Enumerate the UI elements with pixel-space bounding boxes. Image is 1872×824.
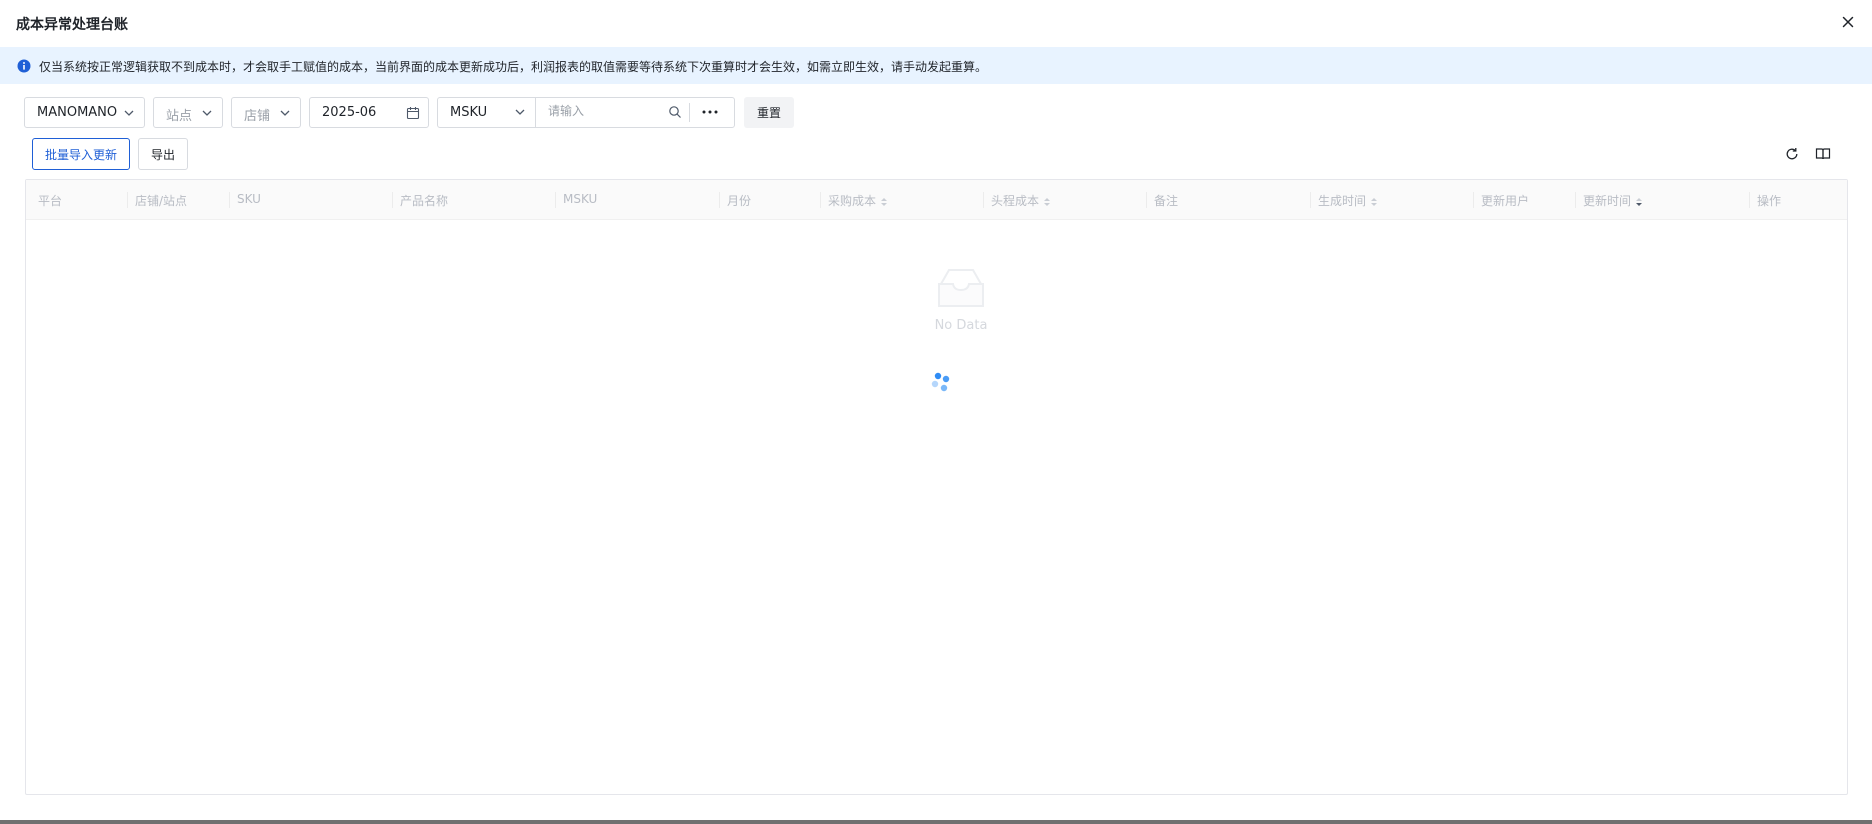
- platform-select[interactable]: MANOMANO: [24, 97, 145, 128]
- column-header[interactable]: 生成时间: [1318, 192, 1378, 209]
- column-header[interactable]: 采购成本: [828, 192, 888, 209]
- site-placeholder: 站点: [166, 109, 193, 124]
- msku-search-group: MSKU: [437, 97, 735, 128]
- column-header[interactable]: 头程成本: [991, 192, 1051, 209]
- search-input[interactable]: [548, 104, 668, 118]
- column-divider[interactable]: [1146, 192, 1147, 208]
- info-circle-icon: [17, 59, 31, 73]
- close-icon: [1842, 16, 1854, 28]
- column-divider[interactable]: [820, 192, 821, 208]
- column-divider[interactable]: [983, 192, 984, 208]
- column-header: 店铺/站点: [135, 192, 187, 209]
- chevron-down-icon: [515, 109, 525, 115]
- column-header: 产品名称: [400, 192, 448, 209]
- chevron-down-icon: [124, 110, 134, 116]
- column-header[interactable]: 更新时间: [1583, 192, 1643, 209]
- platform-value: MANOMANO: [37, 105, 118, 120]
- group-divider: [689, 103, 690, 122]
- column-divider[interactable]: [127, 192, 128, 208]
- column-header: MSKU: [563, 192, 597, 206]
- column-header: 平台: [38, 192, 62, 209]
- month-value: 2025-06: [322, 105, 377, 120]
- close-button[interactable]: [1838, 12, 1858, 32]
- batch-import-button[interactable]: 批量导入更新: [32, 138, 130, 170]
- refresh-icon[interactable]: [1784, 146, 1800, 162]
- table-header: 平台 店铺/站点 SKU 产品名称 MSKU 月份 采购成本 头程成本 备注 生成时间 更新用户 更新…: [26, 180, 1847, 220]
- column-divider[interactable]: [1310, 192, 1311, 208]
- column-header-label: MSKU: [563, 192, 598, 206]
- cost-table: 平台 店铺/站点 SKU 产品名称 MSKU 月份 采购成本 头程成本 备注 生成时间 更新用户 更新…: [25, 179, 1848, 795]
- notice-banner: 仅当系统按正常逻辑获取不到成本时，才会取手工赋值的成本，当前界面的成本更新成功后…: [0, 47, 1872, 84]
- loading-spinner-icon: [931, 372, 950, 392]
- sort-icon[interactable]: [880, 196, 888, 208]
- sort-icon[interactable]: [1370, 196, 1378, 208]
- month-picker[interactable]: 2025-06: [309, 97, 429, 128]
- column-divider[interactable]: [1749, 192, 1750, 208]
- store-placeholder: 店铺: [244, 109, 271, 124]
- column-header-label: 产品名称: [400, 194, 449, 208]
- store-select[interactable]: 店铺: [231, 97, 301, 128]
- search-icon[interactable]: [668, 105, 682, 119]
- export-button[interactable]: 导出: [138, 138, 188, 170]
- column-header-label: 月份: [727, 194, 752, 208]
- chevron-down-icon: [280, 110, 290, 116]
- column-header-label: 操作: [1757, 194, 1782, 208]
- column-header: 更新用户: [1481, 192, 1529, 209]
- column-divider[interactable]: [1473, 192, 1474, 208]
- column-divider[interactable]: [555, 192, 556, 208]
- column-settings-icon[interactable]: [1815, 146, 1831, 162]
- column-header: 备注: [1154, 192, 1178, 209]
- column-header-label: 更新用户: [1481, 194, 1530, 208]
- empty-text: No Data: [934, 318, 988, 333]
- column-header-label: 备注: [1154, 194, 1179, 208]
- modal-title: 成本异常处理台账: [16, 17, 128, 33]
- column-header-label: 更新时间: [1583, 194, 1632, 208]
- column-divider[interactable]: [1575, 192, 1576, 208]
- more-horizontal-icon[interactable]: [698, 105, 722, 119]
- chevron-down-icon: [202, 110, 212, 116]
- empty-state: No Data: [906, 266, 1016, 333]
- column-header-label: 头程成本: [991, 194, 1040, 208]
- column-header-label: SKU: [237, 192, 261, 206]
- column-header: SKU: [237, 192, 261, 206]
- reset-button[interactable]: 重置: [744, 97, 794, 128]
- search-field-value: MSKU: [450, 105, 488, 120]
- column-divider[interactable]: [719, 192, 720, 208]
- column-header-label: 店铺/站点: [135, 194, 188, 208]
- sort-icon[interactable]: [1043, 196, 1051, 208]
- column-divider[interactable]: [392, 192, 393, 208]
- column-header: 月份: [727, 192, 751, 209]
- modal-header: 成本异常处理台账: [0, 0, 1872, 46]
- search-field-select[interactable]: MSKU: [438, 98, 536, 127]
- column-header-label: 采购成本: [828, 194, 877, 208]
- calendar-icon: [406, 107, 420, 120]
- column-header: 操作: [1757, 192, 1781, 209]
- cost-anomaly-modal: 成本异常处理台账 仅当系统按正常逻辑获取不到成本时，才会取手工赋值的成本，当前界…: [0, 0, 1872, 820]
- empty-inbox-icon: [938, 269, 984, 307]
- sort-icon[interactable]: [1635, 196, 1643, 208]
- column-header-label: 平台: [38, 194, 63, 208]
- site-select[interactable]: 站点: [153, 97, 223, 128]
- notice-text: 仅当系统按正常逻辑获取不到成本时，才会取手工赋值的成本，当前界面的成本更新成功后…: [39, 60, 988, 74]
- column-header-label: 生成时间: [1318, 194, 1367, 208]
- column-divider[interactable]: [229, 192, 230, 208]
